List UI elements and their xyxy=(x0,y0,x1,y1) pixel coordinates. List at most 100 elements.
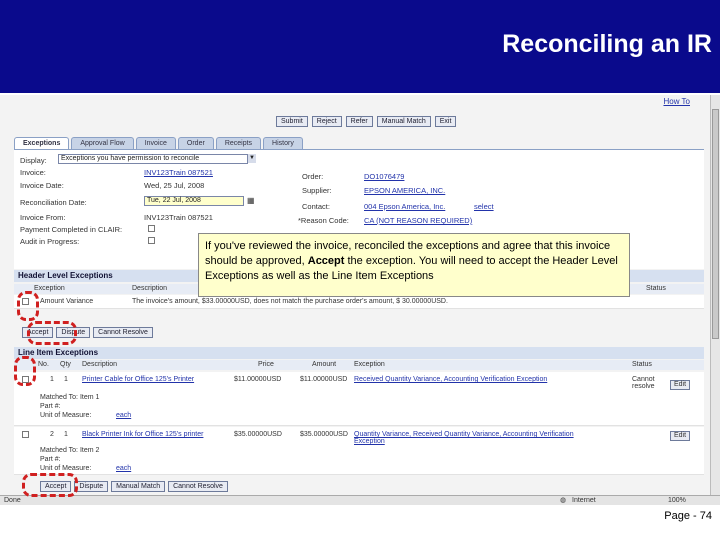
reconciliation-date-input[interactable]: Tue, 22 Jul, 2008 xyxy=(144,196,244,206)
row-edit-button[interactable]: Edit xyxy=(670,380,690,390)
column-price: Price xyxy=(258,361,274,368)
reason-code-label: *Reason Code: xyxy=(298,216,349,225)
row-part: Part #: xyxy=(40,403,61,410)
status-text: Done xyxy=(4,497,21,504)
tab-receipts[interactable]: Receipts xyxy=(215,137,262,149)
column-status: Status xyxy=(632,361,652,368)
row-uom[interactable]: each xyxy=(116,412,131,419)
supplier-label: Supplier: xyxy=(302,186,332,195)
row-qty: 1 xyxy=(64,376,68,383)
tab-exceptions[interactable]: Exceptions xyxy=(14,137,70,149)
row-amount: $11.00000USD xyxy=(300,376,348,383)
row-matched: Matched To: Item 2 xyxy=(40,447,100,454)
contact-label: Contact: xyxy=(302,202,330,211)
row-description[interactable]: Printer Cable for Office 125's Printer xyxy=(82,376,212,383)
row-uom-label: Unit of Measure: xyxy=(40,465,92,472)
invoice-value[interactable]: INV123Train 087521 xyxy=(144,168,213,177)
row-edit-button[interactable]: Edit xyxy=(670,431,690,441)
manual-match-button[interactable]: Manual Match xyxy=(376,116,431,127)
line-checkbox-highlight xyxy=(14,356,36,386)
column-description: Description xyxy=(132,285,168,292)
row-price: $11.00000USD xyxy=(234,376,282,383)
app-window: How To Submit Reject Refer Manual Match … xyxy=(0,95,720,505)
globe-icon: ◍ xyxy=(560,497,567,504)
exit-button[interactable]: Exit xyxy=(434,116,457,127)
row-exception: Amount Variance xyxy=(40,298,94,305)
column-exception: Exception xyxy=(354,361,385,368)
refer-button[interactable]: Refer xyxy=(345,116,373,127)
line-exceptions-title: Line Item Exceptions xyxy=(14,347,704,359)
contact-select-link[interactable]: select xyxy=(474,202,494,211)
row-amount: $35.00000USD xyxy=(300,431,348,438)
calendar-icon[interactable]: ▦ xyxy=(247,196,255,205)
row-checkbox[interactable] xyxy=(22,431,29,438)
table-row: 1 1 Printer Cable for Office 125's Print… xyxy=(14,372,704,426)
invoice-date-value: Wed, 25 Jul, 2008 xyxy=(144,181,205,190)
contact-value[interactable]: 004 Epson America, Inc. xyxy=(364,202,445,211)
how-to-link[interactable]: How To xyxy=(663,97,690,106)
table-row: Amount Variance The invoice's amount, $3… xyxy=(14,295,704,309)
supplier-value[interactable]: EPSON AMERICA, INC. xyxy=(364,186,445,195)
row-description[interactable]: Black Printer Ink for Office 125's print… xyxy=(82,431,212,438)
chevron-down-icon[interactable]: ▼ xyxy=(247,154,256,163)
reconciliation-date-label: Reconciliation Date: xyxy=(20,198,87,207)
row-description: The invoice's amount, $33.00000USD, does… xyxy=(132,298,448,305)
tab-order[interactable]: Order xyxy=(177,137,214,149)
row-matched: Matched To: Item 1 xyxy=(40,394,100,401)
toolbar: Submit Reject Refer Manual Match Exit xyxy=(276,116,457,127)
line-dispute-button[interactable]: Dispute xyxy=(74,481,109,492)
column-description: Description xyxy=(82,361,118,368)
row-status: Cannot resolve xyxy=(632,376,655,390)
order-value[interactable]: DO1076479 xyxy=(364,172,404,181)
tab-history[interactable]: History xyxy=(263,137,303,149)
invoice-from-label: Invoice From: xyxy=(20,213,66,222)
line-accept-highlight xyxy=(22,473,78,497)
line-cannot-resolve-button[interactable]: Cannot Resolve xyxy=(168,481,228,492)
payment-completed-label: Payment Completed in CLAIR: xyxy=(20,225,123,234)
display-label: Display: xyxy=(20,156,47,165)
column-amount: Amount xyxy=(312,361,337,368)
scrollbar-thumb[interactable] xyxy=(712,109,719,339)
instruction-callout: If you've reviewed the invoice, reconcil… xyxy=(198,233,630,297)
line-manual-match-button[interactable]: Manual Match xyxy=(111,481,166,492)
status-bar: Done ◍ Internet 100% xyxy=(0,495,720,505)
tab-bar: Exceptions Approval Flow Invoice Order R… xyxy=(14,137,303,149)
column-qty: Qty xyxy=(60,361,71,368)
invoice-label: Invoice: xyxy=(20,168,46,177)
status-zone: Internet xyxy=(572,497,596,504)
page-number: Page - 74 xyxy=(664,510,712,522)
tab-approval-flow[interactable]: Approval Flow xyxy=(71,137,134,149)
vertical-scrollbar[interactable] xyxy=(710,95,720,495)
reason-code-value[interactable]: CA (NOT REASON REQUIRED) xyxy=(364,216,472,225)
order-label: Order: xyxy=(302,172,324,181)
row-exception[interactable]: Quantity Variance, Received Quantity Var… xyxy=(354,431,604,445)
display-select[interactable]: Exceptions you have permission to reconc… xyxy=(58,154,248,164)
header-accept-highlight xyxy=(27,321,77,345)
reject-button[interactable]: Reject xyxy=(311,116,342,127)
header-cannot-resolve-button[interactable]: Cannot Resolve xyxy=(93,327,153,338)
payment-completed-checkbox[interactable] xyxy=(148,225,155,232)
slide-title: Reconciling an IR xyxy=(502,30,712,58)
row-qty: 1 xyxy=(64,431,68,438)
row-uom-label: Unit of Measure: xyxy=(40,412,92,419)
row-price: $35.00000USD xyxy=(234,431,282,438)
column-status: Status xyxy=(646,285,666,292)
tab-invoice[interactable]: Invoice xyxy=(135,137,176,149)
status-zoom[interactable]: 100% xyxy=(668,496,686,505)
row-part: Part #: xyxy=(40,456,61,463)
row-uom[interactable]: each xyxy=(116,465,131,472)
invoice-date-label: Invoice Date: xyxy=(20,181,64,190)
column-exception: Exception xyxy=(34,285,65,292)
header-checkbox-highlight xyxy=(17,291,39,321)
slide-header: Reconciling an IR xyxy=(0,0,720,93)
row-exception[interactable]: Received Quantity Variance, Accounting V… xyxy=(354,376,594,383)
audit-label: Audit in Progress: xyxy=(20,237,80,246)
audit-checkbox[interactable] xyxy=(148,237,155,244)
invoice-from-value: INV123Train 087521 xyxy=(144,213,213,222)
row-no: 2 xyxy=(50,431,54,438)
line-exceptions-columns: No. Qty Description Price Amount Excepti… xyxy=(14,360,704,370)
row-no: 1 xyxy=(50,376,54,383)
submit-button[interactable]: Submit xyxy=(276,116,308,127)
table-row: 2 1 Black Printer Ink for Office 125's p… xyxy=(14,427,704,475)
column-no: No. xyxy=(38,361,49,368)
